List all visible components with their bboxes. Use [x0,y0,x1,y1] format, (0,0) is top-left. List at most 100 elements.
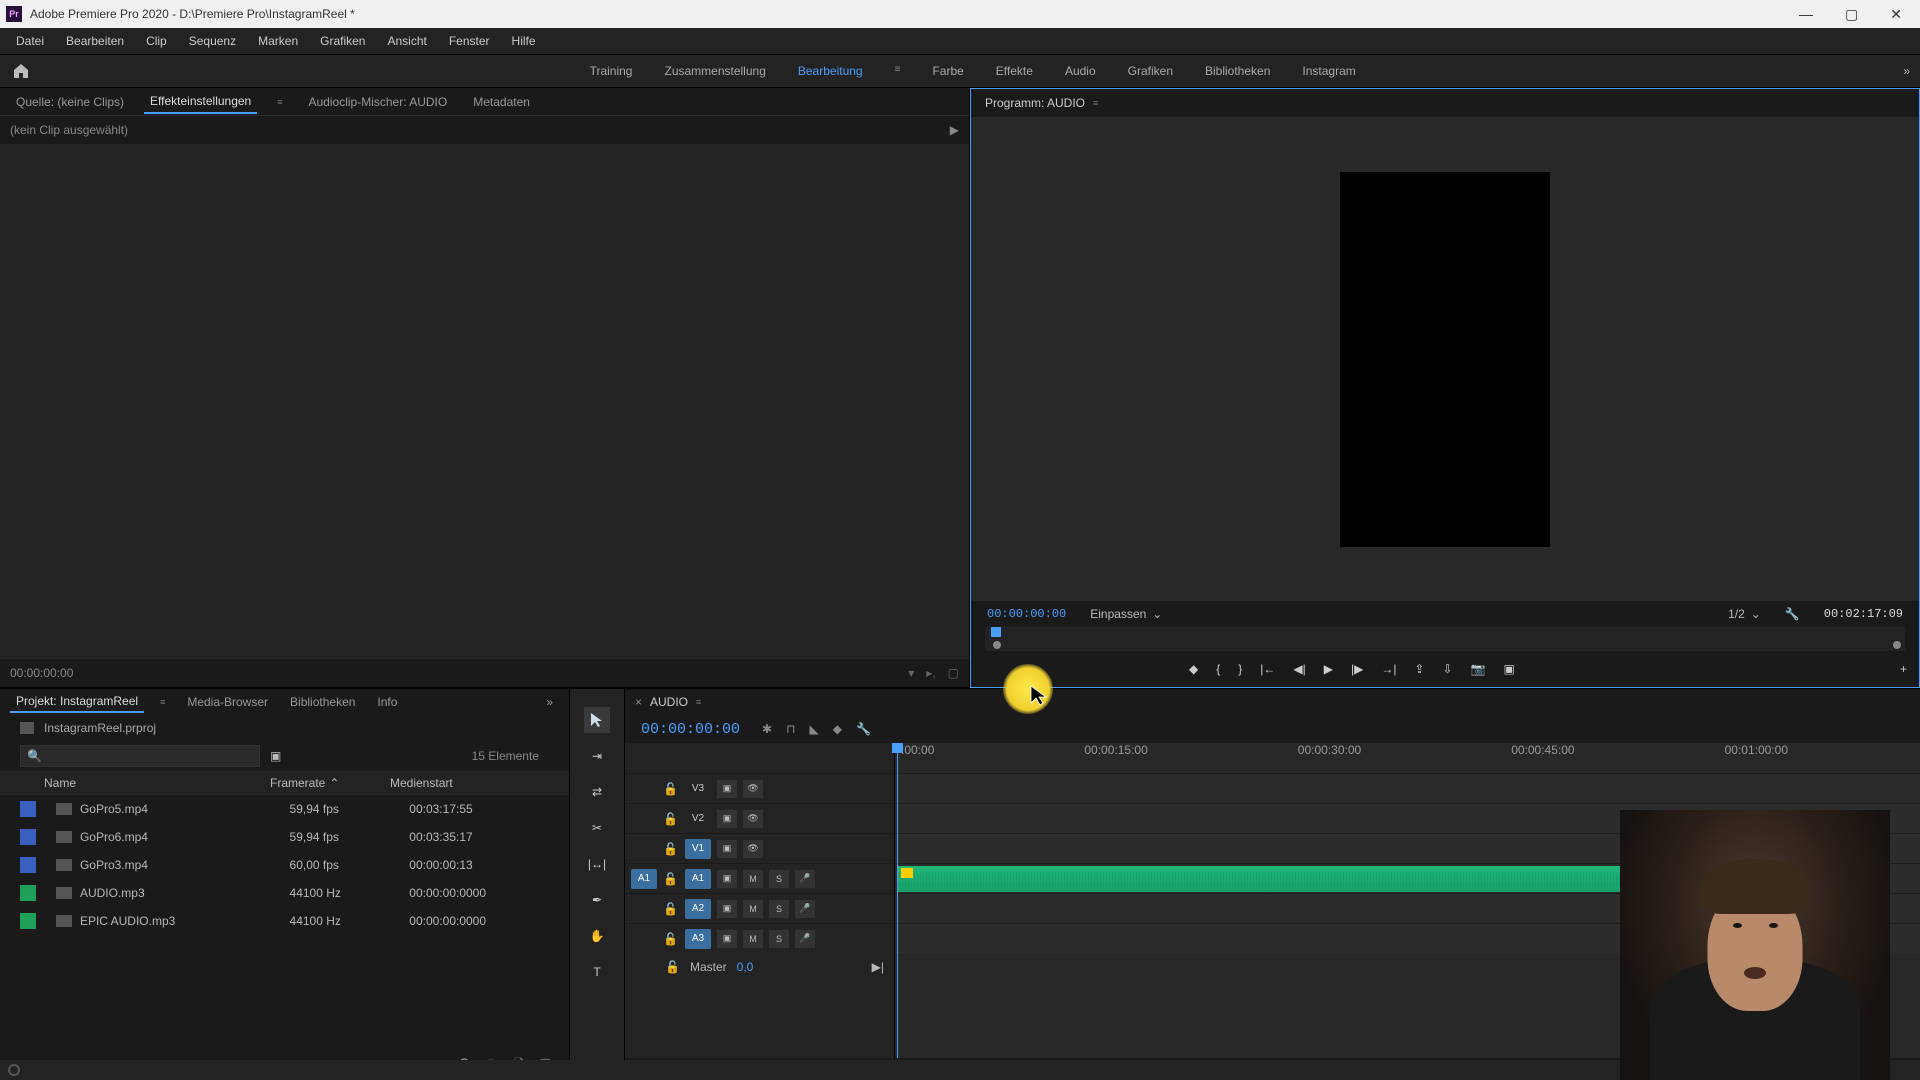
master-track-header[interactable]: 🔓 Master 0,0 ▶| [625,953,894,981]
list-item[interactable]: AUDIO.mp3 44100 Hz 00:00:00:0000 [0,879,569,907]
out-handle[interactable] [1893,641,1901,649]
workspace-training[interactable]: Training [574,56,649,86]
button-editor-button[interactable]: + [1900,662,1907,676]
source-patch-a1[interactable]: A1 [631,869,657,889]
lock-icon[interactable]: 🔓 [665,960,680,974]
insert-icon[interactable]: ▸, [926,666,935,680]
linked-selection-icon[interactable]: ⊓ [786,722,795,736]
solo-button[interactable]: S [769,930,789,948]
mute-button[interactable]: M [743,870,763,888]
audio-clip[interactable] [897,866,1642,892]
sync-lock-icon[interactable]: ▣ [717,840,737,858]
project-menu-icon[interactable]: ≡ [154,694,171,710]
program-viewer[interactable] [971,117,1919,601]
menu-datei[interactable]: Datei [6,30,54,52]
menu-ansicht[interactable]: Ansicht [377,30,436,52]
project-search-input[interactable]: 🔍 [20,745,260,767]
solo-button[interactable]: S [769,870,789,888]
workspace-grafiken[interactable]: Grafiken [1112,56,1189,86]
workspace-bibliotheken[interactable]: Bibliotheken [1189,56,1286,86]
workspace-bearbeitung[interactable]: Bearbeitung [782,56,879,86]
comparison-view-button[interactable]: ▣ [1504,662,1515,676]
menu-hilfe[interactable]: Hilfe [502,30,546,52]
solo-button[interactable]: S [769,900,789,918]
workspace-effekte[interactable]: Effekte [980,56,1049,86]
list-item[interactable]: GoPro5.mp4 59,94 fps 00:03:17:55 [0,795,569,823]
menu-clip[interactable]: Clip [136,30,177,52]
track-header-v3[interactable]: 🔓 V3 ▣ 👁 [625,773,894,803]
program-scrubber[interactable] [985,627,1905,651]
go-end-icon[interactable]: ▶| [872,960,884,974]
sync-lock-icon[interactable]: ▣ [717,900,737,918]
tab-projekt[interactable]: Projekt: InstagramReel [10,691,144,713]
maximize-button[interactable]: ▢ [1839,4,1864,25]
minimize-button[interactable]: — [1793,4,1819,25]
step-back-button[interactable]: ◀| [1293,662,1305,676]
list-item[interactable]: GoPro3.mp4 60,00 fps 00:00:00:13 [0,851,569,879]
lock-icon[interactable]: 🔓 [663,932,679,946]
tab-bibliotheken[interactable]: Bibliotheken [284,692,361,712]
type-tool[interactable]: T [584,959,610,985]
timeline-settings-icon[interactable]: 🔧 [856,722,871,736]
program-playhead[interactable] [991,627,1001,637]
home-icon[interactable] [10,60,32,82]
slip-tool[interactable]: |↔| [584,851,610,877]
voice-over-icon[interactable]: 🎤 [795,870,815,888]
timeline-marker-icon[interactable]: ◆ [833,722,842,736]
program-menu-icon[interactable]: ≡ [1093,98,1098,108]
add-marker-button[interactable]: ◆ [1189,662,1198,676]
go-to-out-button[interactable]: →| [1381,662,1396,676]
menu-marken[interactable]: Marken [248,30,308,52]
project-tab-overflow[interactable]: » [540,692,559,712]
lock-icon[interactable]: 🔓 [663,872,679,886]
timeline-timecode[interactable]: 00:00:00:00 [641,721,740,738]
menu-fenster[interactable]: Fenster [439,30,500,52]
list-item[interactable]: GoPro6.mp4 59,94 fps 00:03:35:17 [0,823,569,851]
toggle-track-output[interactable]: 👁 [743,840,763,858]
program-title[interactable]: Programm: AUDIO [985,96,1085,110]
track-header-a2[interactable]: 🔓 A2 ▣ M S 🎤 [625,893,894,923]
zoom-fit-dropdown[interactable]: Einpassen ⌄ [1090,607,1162,621]
mark-out-button[interactable]: } [1238,662,1242,676]
workspace-audio[interactable]: Audio [1049,56,1112,86]
toggle-track-output[interactable]: 👁 [743,810,763,828]
razor-tool[interactable]: ✂ [584,815,610,841]
settings-icon[interactable]: 🔧 [1785,607,1800,621]
timeline-menu-icon[interactable]: ≡ [696,697,701,707]
track-header-v2[interactable]: 🔓 V2 ▣ 👁 [625,803,894,833]
filter-icon[interactable]: ▾ [908,666,914,680]
export-frame-button[interactable]: 📷 [1471,662,1486,676]
close-sequence-button[interactable]: × [635,695,642,709]
selection-tool[interactable] [584,707,610,733]
col-name[interactable]: Name [20,776,270,790]
voice-over-icon[interactable]: 🎤 [795,930,815,948]
new-bin-icon[interactable]: ▣ [270,749,281,763]
master-volume[interactable]: 0,0 [737,960,754,974]
sequence-name[interactable]: AUDIO [650,695,688,709]
mute-button[interactable]: M [743,900,763,918]
tab-effekteinstellungen[interactable]: Effekteinstellungen [144,90,257,114]
menu-sequenz[interactable]: Sequenz [179,30,246,52]
sync-lock-icon[interactable]: ▣ [717,810,737,828]
timeline-playhead[interactable] [897,743,898,1058]
in-handle[interactable] [993,641,1001,649]
tab-quelle[interactable]: Quelle: (keine Clips) [10,91,130,113]
sync-lock-icon[interactable]: ▣ [717,870,737,888]
time-ruler[interactable]: :00:00 00:00:15:00 00:00:30:00 00:00:45:… [895,743,1920,773]
col-framerate[interactable]: Framerate ⌃ [270,776,390,790]
mute-button[interactable]: M [743,930,763,948]
pen-tool[interactable]: ✒ [584,887,610,913]
lock-icon[interactable]: 🔓 [663,812,679,826]
track-v3[interactable] [895,773,1920,803]
extract-button[interactable]: ⇩ [1443,662,1453,676]
tab-audioclip-mischer[interactable]: Audioclip-Mischer: AUDIO [303,91,454,113]
menu-bearbeiten[interactable]: Bearbeiten [56,30,134,52]
close-button[interactable]: ✕ [1884,4,1908,25]
track-header-a3[interactable]: 🔓 A3 ▣ M S 🎤 [625,923,894,953]
lock-icon[interactable]: 🔓 [663,842,679,856]
col-medienstart[interactable]: Medienstart [390,776,530,790]
lock-icon[interactable]: 🔓 [663,782,679,796]
workspace-zusammenstellung[interactable]: Zusammenstellung [648,56,781,86]
play-button[interactable]: ▶ [1324,662,1333,676]
program-timecode[interactable]: 00:00:00:00 [987,607,1066,621]
